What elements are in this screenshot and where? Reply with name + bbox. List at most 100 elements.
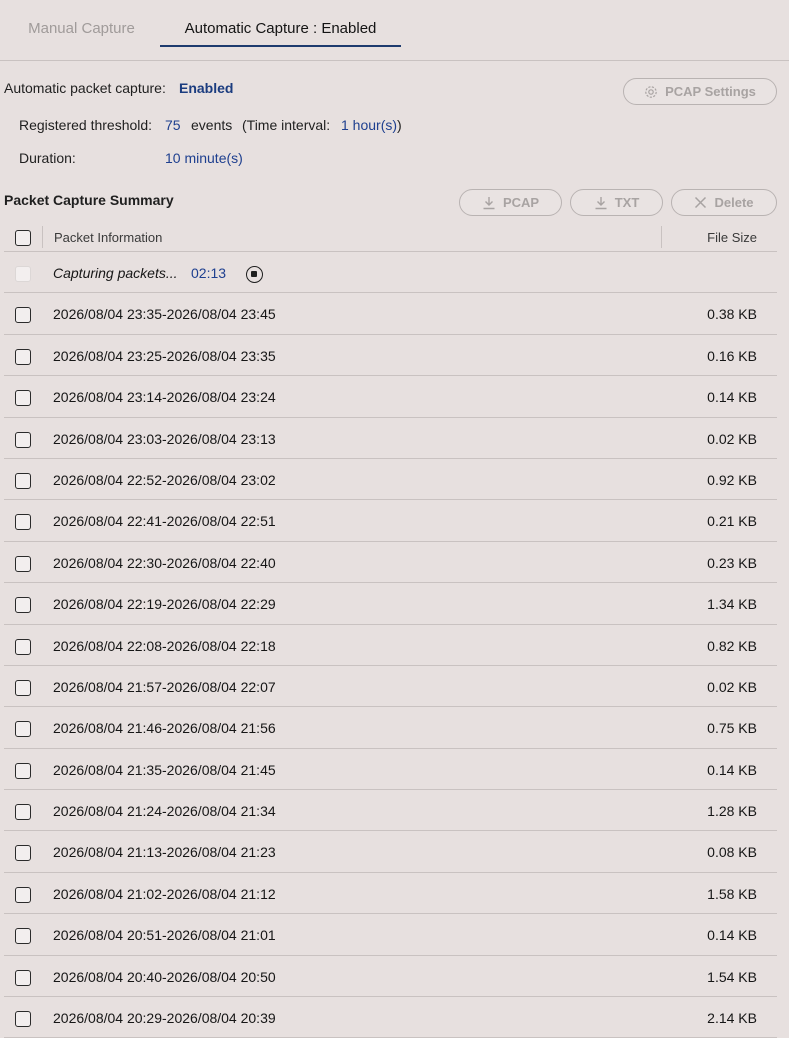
pcap-settings-button[interactable]: PCAP Settings [623,78,777,105]
packet-info-cell: 2026/08/04 21:13-2026/08/04 21:23 [53,844,276,861]
file-size-cell: 2.14 KB [707,1010,757,1027]
row-checkbox[interactable] [15,431,31,448]
column-divider [42,226,43,248]
duration-label: Duration: [19,150,76,166]
row-checkbox[interactable] [15,845,31,862]
table-row[interactable]: 2026/08/04 20:40-2026/08/04 20:50 1.54 KB [4,956,777,998]
packet-capture-table: Packet Information File Size Capturing p… [4,223,777,1038]
download-pcap-button[interactable]: PCAP [459,189,562,216]
time-interval-close: ) [397,117,402,133]
table-header: Packet Information File Size [4,223,777,252]
file-size-cell: 1.54 KB [707,968,757,985]
row-checkbox[interactable] [15,886,31,903]
row-checkbox[interactable] [15,804,31,821]
packet-info-cell: 2026/08/04 22:19-2026/08/04 22:29 [53,596,276,613]
row-checkbox-disabled [15,266,31,282]
packet-capture-summary-title: Packet Capture Summary [4,192,174,208]
table-row[interactable]: 2026/08/04 23:14-2026/08/04 23:24 0.14 KB [4,376,777,418]
row-checkbox[interactable] [15,307,31,324]
row-checkbox[interactable] [15,390,31,407]
row-checkbox[interactable] [15,638,31,655]
packet-info-cell: 2026/08/04 21:35-2026/08/04 21:45 [53,761,276,778]
file-size-cell: 0.08 KB [707,844,757,861]
download-txt-button[interactable]: TXT [570,189,663,216]
file-size-cell: 0.21 KB [707,513,757,530]
file-size-cell: 0.02 KB [707,678,757,695]
file-size-cell: 0.75 KB [707,720,757,737]
row-checkbox[interactable] [15,762,31,779]
file-size-cell: 0.14 KB [707,761,757,778]
row-checkbox[interactable] [15,969,31,986]
file-size-cell: 1.58 KB [707,885,757,902]
table-row[interactable]: 2026/08/04 21:46-2026/08/04 21:56 0.75 KB [4,707,777,749]
packet-info-cell: 2026/08/04 21:02-2026/08/04 21:12 [53,885,276,902]
column-header-file-size: File Size [707,230,757,245]
packet-info-cell: 2026/08/04 22:08-2026/08/04 22:18 [53,637,276,654]
txt-button-label: TXT [614,195,640,210]
packet-info-cell: 2026/08/04 23:03-2026/08/04 23:13 [53,430,276,447]
packet-info-cell: 2026/08/04 21:57-2026/08/04 22:07 [53,678,276,695]
row-checkbox[interactable] [15,597,31,614]
table-row[interactable]: 2026/08/04 22:41-2026/08/04 22:51 0.21 KB [4,500,777,542]
packet-info-cell: 2026/08/04 23:14-2026/08/04 23:24 [53,389,276,406]
row-checkbox[interactable] [15,472,31,489]
packet-info-cell: 2026/08/04 20:51-2026/08/04 21:01 [53,927,276,944]
close-icon [695,196,707,209]
threshold-unit: events [191,117,233,133]
packet-info-cell: 2026/08/04 21:46-2026/08/04 21:56 [53,720,276,737]
row-checkbox[interactable] [15,721,31,738]
table-row[interactable]: 2026/08/04 21:13-2026/08/04 21:23 0.08 KB [4,831,777,873]
tab-manual-capture[interactable]: Manual Capture [4,20,159,37]
row-checkbox[interactable] [15,555,31,572]
threshold-value: 75 [165,117,181,133]
file-size-cell: 0.23 KB [707,554,757,571]
table-row[interactable]: 2026/08/04 22:19-2026/08/04 22:29 1.34 KB [4,583,777,625]
file-size-cell: 1.28 KB [707,803,757,820]
table-row[interactable]: 2026/08/04 21:57-2026/08/04 22:07 0.02 KB [4,666,777,708]
packet-info-cell: 2026/08/04 22:30-2026/08/04 22:40 [53,554,276,571]
table-row[interactable]: 2026/08/04 22:08-2026/08/04 22:18 0.82 KB [4,625,777,666]
packet-info-cell: 2026/08/04 21:24-2026/08/04 21:34 [53,803,276,820]
packet-info-cell: 2026/08/04 23:25-2026/08/04 23:35 [53,347,276,364]
time-interval-value: 1 hour(s) [341,117,398,133]
row-checkbox[interactable] [15,1011,31,1028]
download-icon [483,196,495,209]
table-row[interactable]: 2026/08/04 21:02-2026/08/04 21:12 1.58 KB [4,873,777,915]
time-interval-label: (Time interval: [242,117,331,133]
capturing-row: Capturing packets... 02:13 [4,252,777,294]
auto-capture-value: Enabled [179,80,234,96]
table-row[interactable]: 2026/08/04 23:03-2026/08/04 23:13 0.02 KB [4,418,777,459]
tab-automatic-capture[interactable]: Automatic Capture : Enabled [160,20,401,47]
row-checkbox[interactable] [15,348,31,365]
pcap-button-label: PCAP [502,195,540,210]
table-row[interactable]: 2026/08/04 22:52-2026/08/04 23:02 0.92 KB [4,459,777,501]
table-row[interactable]: 2026/08/04 20:29-2026/08/04 20:39 2.14 KB [4,997,777,1038]
delete-button[interactable]: Delete [671,189,777,216]
file-size-cell: 0.38 KB [707,306,757,323]
file-size-cell: 0.02 KB [707,430,757,447]
table-row[interactable]: 2026/08/04 21:35-2026/08/04 21:45 0.14 KB [4,749,777,791]
capture-tabs: Manual Capture Automatic Capture : Enabl… [0,0,789,61]
row-checkbox[interactable] [15,679,31,696]
packet-info-cell: 2026/08/04 20:29-2026/08/04 20:39 [53,1010,276,1027]
packet-info-cell: 2026/08/04 23:35-2026/08/04 23:45 [53,306,276,323]
packet-info-cell: 2026/08/04 22:41-2026/08/04 22:51 [53,513,276,530]
table-row[interactable]: 2026/08/04 23:35-2026/08/04 23:45 0.38 KB [4,293,777,335]
column-divider[interactable] [661,226,662,248]
table-row[interactable]: 2026/08/04 22:30-2026/08/04 22:40 0.23 KB [4,542,777,584]
table-row[interactable]: 2026/08/04 21:24-2026/08/04 21:34 1.28 KB [4,790,777,832]
row-checkbox[interactable] [15,514,31,531]
file-size-cell: 0.16 KB [707,347,757,364]
duration-value: 10 minute(s) [165,150,243,166]
file-size-cell: 0.82 KB [707,637,757,654]
download-icon [595,196,607,209]
table-row[interactable]: 2026/08/04 23:25-2026/08/04 23:35 0.16 KB [4,335,777,377]
stop-capture-icon[interactable] [246,266,263,283]
row-checkbox[interactable] [15,928,31,945]
column-header-packet-information: Packet Information [54,230,163,245]
auto-capture-label: Automatic packet capture: [4,80,166,96]
table-row[interactable]: 2026/08/04 20:51-2026/08/04 21:01 0.14 KB [4,914,777,956]
pcap-settings-label: PCAP Settings [665,84,756,99]
capture-timer: 02:13 [191,265,227,281]
select-all-checkbox[interactable] [15,230,31,246]
